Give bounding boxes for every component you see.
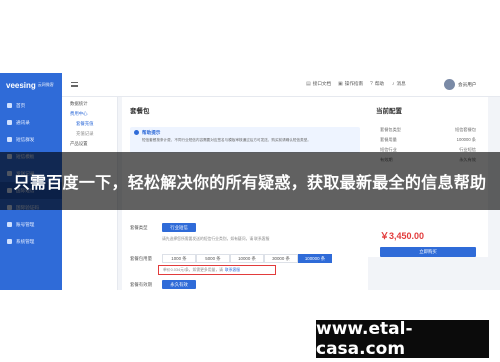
submenu-recharge[interactable]: 套餐充值	[62, 117, 117, 127]
help-tips: 帮助提示 短信套餐按条计费，不同行业短信内容需要对应签名与模板审核通过后方可发送…	[130, 127, 360, 153]
tips-text: 短信套餐按条计费，不同行业短信内容需要对应签名与模板审核通过后方可发送，购买前请…	[142, 138, 311, 142]
card-title: 当前配置	[376, 108, 402, 115]
guide-icon: ▣	[338, 81, 343, 87]
quantity-label: 套餐包用量	[130, 256, 152, 261]
validity-label: 套餐有效期	[130, 282, 152, 287]
contact-link[interactable]: 联系客服	[225, 268, 240, 273]
sidebar-item-sms-send[interactable]: 短信群发	[0, 131, 62, 148]
watermark-text: www.etal-casa.com	[316, 319, 413, 359]
submenu-settings[interactable]: 产品设置	[62, 137, 117, 147]
panel-title: 套餐包	[130, 108, 150, 115]
sidebar-item-system[interactable]: 系统管理	[0, 233, 62, 250]
tips-title: 帮助提示	[142, 130, 161, 135]
price-note: 单价0.034元/条，如需更多用量，请 联系客服	[158, 265, 276, 275]
menu-icon[interactable]	[71, 82, 78, 87]
qty-option[interactable]: 5000 条	[196, 254, 230, 263]
qty-option[interactable]: 30000 条	[264, 254, 298, 263]
banner-text: 只需百度一下，轻松解决你的所有疑惑，获取最新最全的信息帮助	[13, 175, 487, 192]
sidebar-item-home[interactable]: 首页	[0, 97, 62, 114]
overlay-banner: 只需百度一下，轻松解决你的所有疑惑，获取最新最全的信息帮助	[0, 152, 500, 210]
watermark-url: www.etal-casa.com	[316, 319, 489, 359]
config-value: 100000 条	[456, 137, 476, 142]
submenu-fees[interactable]: 费用中心	[62, 107, 117, 117]
info-icon	[134, 130, 139, 135]
send-icon	[7, 137, 12, 142]
qty-option[interactable]: 10000 条	[230, 254, 264, 263]
user-name[interactable]: 会员用户	[458, 82, 476, 88]
home-icon	[7, 103, 12, 108]
avatar[interactable]	[444, 79, 455, 90]
config-key: 套餐包类型	[380, 127, 401, 132]
buy-now-button[interactable]: 立即购买	[380, 247, 476, 257]
api-doc-link[interactable]: ▤ 接口文档	[306, 81, 331, 87]
type-option-selected[interactable]: 行业短信	[162, 223, 196, 232]
page: veesing云网微客 首页 通讯录 短信群发 短信模板 发送记录 国际短信 国…	[0, 0, 500, 362]
qty-option-selected[interactable]: 100000 条	[298, 254, 332, 263]
guide-link[interactable]: ▣ 操作指南	[338, 81, 363, 87]
help-link[interactable]: ? 帮助	[370, 81, 384, 87]
logo: veesing 云网微客	[6, 80, 54, 90]
contacts-icon	[7, 120, 12, 125]
sidebar-item-contacts[interactable]: 通讯录	[0, 114, 62, 131]
help-icon: ?	[370, 81, 373, 87]
type-hint: 请先选择您所需要发送的短信行业类别，如有疑问，请 联系客服	[162, 237, 270, 241]
user-icon	[7, 222, 12, 227]
message-link[interactable]: ♪ 消息	[392, 81, 406, 87]
doc-icon: ▤	[306, 81, 311, 87]
total-price: ￥3,450.00	[380, 231, 425, 241]
qty-option[interactable]: 1000 条	[162, 254, 196, 263]
submenu-recharge-records[interactable]: 充值记录	[62, 127, 117, 137]
type-label: 套餐类型	[130, 225, 148, 230]
validity-option[interactable]: 永久有效	[162, 280, 196, 289]
config-key: 套餐用量	[380, 137, 397, 142]
bell-icon: ♪	[392, 81, 395, 87]
gear-icon	[7, 239, 12, 244]
sidebar-item-account[interactable]: 账号管理	[0, 216, 62, 233]
config-value: 短信套餐包	[455, 127, 476, 132]
submenu-stats[interactable]: 数据统计	[62, 97, 117, 107]
top-bar: ▤ 接口文档 ▣ 操作指南 ? 帮助 ♪ 消息 会员用户	[62, 73, 500, 97]
